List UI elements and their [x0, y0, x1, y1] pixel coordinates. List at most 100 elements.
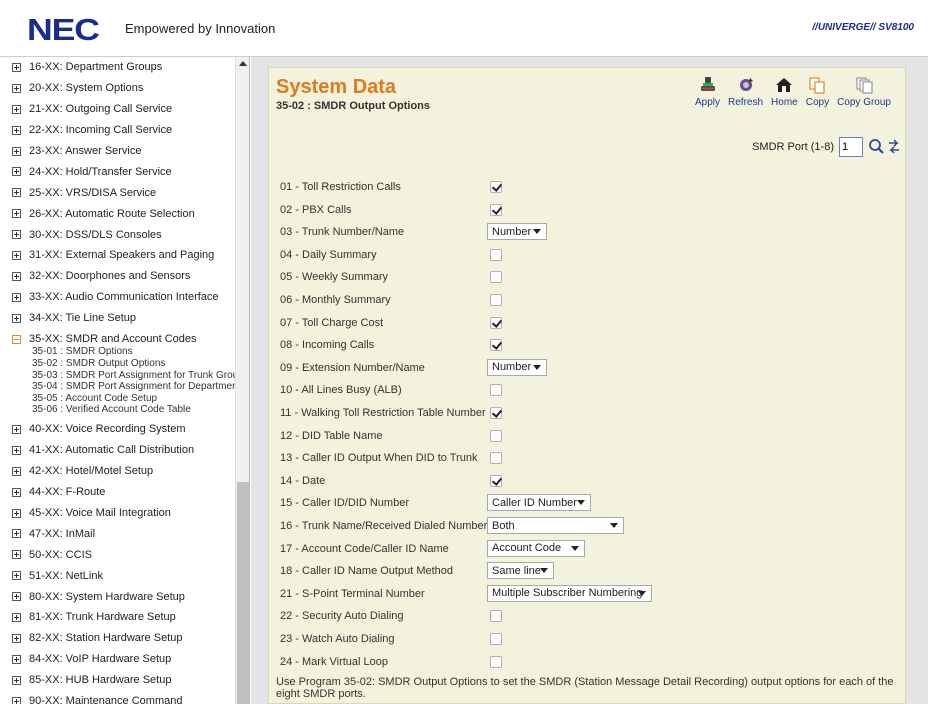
tree-item[interactable]: 85-XX: HUB Hardware Setup	[12, 670, 237, 691]
navigate-arrows-icon[interactable]	[888, 138, 900, 156]
option-select[interactable]: Same line	[487, 562, 554, 580]
tree-item[interactable]: 51-XX: NetLink	[12, 565, 237, 586]
expand-icon[interactable]	[12, 230, 21, 240]
tree-item[interactable]: 40-XX: Voice Recording System	[12, 419, 237, 440]
option-checkbox[interactable]	[490, 655, 502, 668]
tree-item[interactable]: 21-XX: Outgoing Call Service	[12, 99, 237, 120]
apply-button[interactable]: Apply	[691, 76, 724, 109]
tree-sub-item[interactable]: 35-05 : Account Code Setup	[32, 393, 237, 405]
tree-item[interactable]: 20-XX: System Options	[12, 78, 237, 99]
tree-item[interactable]: 22-XX: Incoming Call Service	[12, 120, 237, 141]
option-select[interactable]: Number	[487, 223, 547, 241]
option-checkbox[interactable]	[490, 294, 502, 306]
tree-item[interactable]: 24-XX: Hold/Transfer Service	[12, 161, 237, 182]
tree-item[interactable]: 81-XX: Trunk Hardware Setup	[12, 607, 237, 628]
expand-icon[interactable]	[12, 466, 21, 476]
tree-item[interactable]: 41-XX: Automatic Call Distribution	[12, 440, 237, 461]
option-checkbox[interactable]	[490, 316, 502, 329]
expand-icon[interactable]	[12, 445, 21, 455]
expand-icon[interactable]	[12, 612, 21, 622]
tree-sub-item[interactable]: 35-04 : SMDR Port Assignment for Departm…	[32, 381, 237, 393]
option-select[interactable]: Account Code	[487, 539, 585, 557]
option-checkbox[interactable]	[490, 610, 502, 623]
tree-sub-item[interactable]: 35-02 : SMDR Output Options	[32, 358, 237, 370]
option-label: 06 - Monthly Summary	[280, 294, 391, 306]
expand-icon[interactable]	[12, 250, 21, 260]
expand-icon[interactable]	[12, 125, 21, 135]
copy-group-button[interactable]: Copy Group	[833, 76, 895, 109]
home-button[interactable]: Home	[767, 76, 802, 109]
copy-button[interactable]: Copy	[802, 76, 833, 109]
expand-icon[interactable]	[12, 209, 21, 219]
expand-icon[interactable]	[12, 292, 21, 302]
option-checkbox[interactable]	[490, 339, 502, 352]
sidebar-scrollbar[interactable]	[235, 57, 249, 704]
option-checkbox[interactable]	[490, 633, 502, 645]
tree-item[interactable]: 30-XX: DSS/DLS Consoles	[12, 224, 237, 245]
expand-icon[interactable]	[12, 62, 21, 72]
expand-icon[interactable]	[12, 146, 21, 156]
tree-item-label: 30-XX: DSS/DLS Consoles	[29, 228, 162, 241]
tree-item[interactable]: 23-XX: Answer Service	[12, 141, 237, 162]
tree-item[interactable]: 80-XX: System Hardware Setup	[12, 586, 237, 607]
option-row: 18 - Caller ID Name Output Method Same li…	[280, 560, 700, 582]
option-checkbox[interactable]	[490, 407, 502, 419]
tree-item[interactable]: 90-XX: Maintenance Command	[12, 691, 237, 704]
search-icon[interactable]	[868, 138, 888, 156]
tree-item[interactable]: 16-XX: Department Groups	[12, 57, 237, 78]
tree-item[interactable]: 45-XX: Voice Mail Integration	[12, 503, 237, 524]
expand-icon[interactable]	[12, 167, 21, 177]
tree-item[interactable]: 31-XX: External Speakers and Paging	[12, 245, 237, 266]
tree-item[interactable]: 42-XX: Hotel/Motel Setup	[12, 461, 237, 482]
expand-icon[interactable]	[12, 424, 21, 434]
expand-icon[interactable]	[12, 271, 21, 281]
option-checkbox[interactable]	[490, 452, 502, 465]
expand-icon[interactable]	[12, 571, 21, 581]
smdr-port-input[interactable]	[839, 137, 863, 157]
refresh-button[interactable]: Refresh	[724, 76, 767, 109]
scroll-thumb[interactable]	[237, 482, 249, 704]
option-select[interactable]: Multiple Subscriber Numbering	[487, 584, 652, 602]
option-select[interactable]: Number	[487, 358, 547, 376]
expand-icon[interactable]	[12, 104, 21, 114]
expand-icon[interactable]	[12, 83, 21, 93]
expand-icon[interactable]	[12, 188, 21, 198]
tree-item-label: 51-XX: NetLink	[29, 569, 103, 582]
expand-icon[interactable]	[12, 487, 21, 497]
tree-item[interactable]: 44-XX: F-Route	[12, 482, 237, 503]
tree-item[interactable]: 50-XX: CCIS	[12, 544, 237, 565]
option-select[interactable]: Both	[487, 517, 624, 534]
expand-icon[interactable]	[12, 550, 21, 560]
collapse-icon[interactable]	[12, 334, 21, 344]
expand-icon[interactable]	[12, 633, 21, 643]
tree-item[interactable]: 82-XX: Station Hardware Setup	[12, 628, 237, 649]
option-checkbox[interactable]	[490, 203, 502, 216]
option-checkbox[interactable]	[490, 248, 502, 261]
tree-item-label: 80-XX: System Hardware Setup	[29, 590, 185, 603]
option-checkbox[interactable]	[490, 271, 502, 284]
option-checkbox[interactable]	[490, 384, 502, 397]
tree-item[interactable]: 32-XX: Doorphones and Sensors	[12, 266, 237, 287]
tree-item[interactable]: 34-XX: Tie Line Setup	[12, 308, 237, 329]
option-select[interactable]: Caller ID Number	[487, 494, 591, 512]
expand-icon[interactable]	[12, 508, 21, 518]
option-checkbox[interactable]	[490, 429, 502, 442]
tree-sub-item[interactable]: 35-06 : Verified Account Code Table	[32, 404, 237, 416]
tree-item[interactable]: 25-XX: VRS/DISA Service	[12, 182, 237, 203]
tree-item[interactable]: 33-XX: Audio Communication Interface	[12, 287, 237, 308]
expand-icon[interactable]	[12, 313, 21, 323]
option-checkbox[interactable]	[490, 181, 502, 193]
expand-icon[interactable]	[12, 675, 21, 685]
tree-sub-item[interactable]: 35-01 : SMDR Options	[32, 346, 237, 358]
expand-icon[interactable]	[12, 529, 21, 539]
copy-group-label: Copy Group	[837, 97, 891, 108]
tree-item[interactable]: 84-XX: VoIP Hardware Setup	[12, 649, 237, 670]
expand-icon[interactable]	[12, 696, 21, 704]
scroll-up-icon[interactable]	[239, 61, 247, 66]
tree-sub-item[interactable]: 35-03 : SMDR Port Assignment for Trunk G…	[32, 370, 237, 382]
tree-item[interactable]: 47-XX: InMail	[12, 523, 237, 544]
expand-icon[interactable]	[12, 592, 21, 602]
option-checkbox[interactable]	[490, 474, 502, 487]
expand-icon[interactable]	[12, 654, 21, 664]
tree-item[interactable]: 26-XX: Automatic Route Selection	[12, 203, 237, 224]
